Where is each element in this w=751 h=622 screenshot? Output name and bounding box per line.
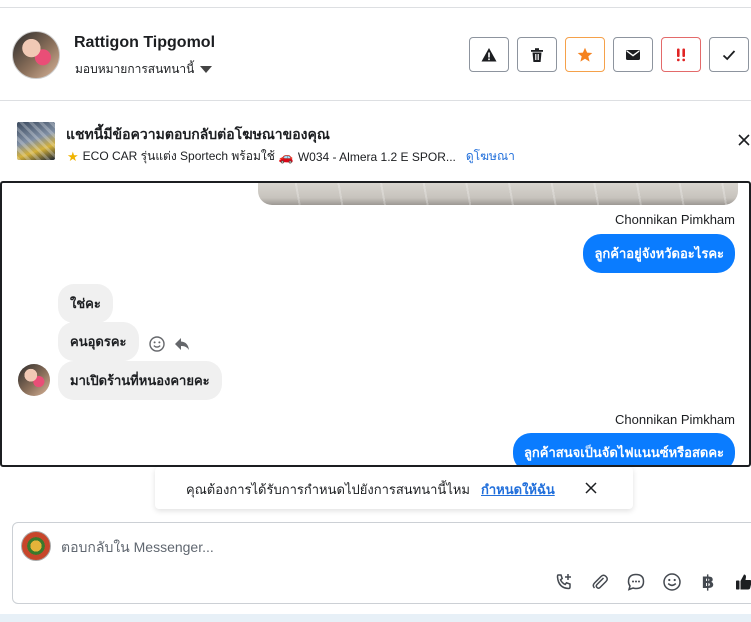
delete-button[interactable] [517, 37, 557, 72]
phone-plus-icon [556, 574, 571, 590]
mark-urgent-button[interactable] [661, 37, 701, 72]
ad-subtitle-text: ECO CAR รุ่นแต่ง Sportech พร้อมใช้ [82, 149, 275, 163]
outgoing-message[interactable]: ลูกค้าอยู่จังหวัดอะไรคะ [583, 234, 735, 273]
reply-composer: ฿ [12, 522, 751, 604]
bottom-strip [0, 614, 751, 622]
reply-input[interactable] [61, 537, 701, 557]
ad-reply-banner: แชทนี้มีข้อความตอบกลับต่อโฆษณาของคุณ ★ E… [0, 102, 751, 182]
assign-suggestion-toast: คุณต้องการได้รับการกำหนดไปยังการสนทนานี้… [155, 467, 633, 509]
check-icon [722, 49, 736, 60]
contact-avatar-small[interactable] [18, 364, 50, 396]
chat-bubble-icon [627, 573, 645, 591]
payment-button[interactable]: ฿ [697, 571, 719, 593]
ad-thumbnail[interactable] [17, 122, 55, 160]
paperclip-icon [592, 574, 608, 589]
reply-arrow-icon[interactable] [173, 335, 191, 353]
close-icon[interactable] [584, 481, 598, 495]
assign-conversation-dropdown[interactable]: มอบหมายการสนทนานี้ [75, 60, 213, 79]
assign-to-me-link[interactable]: กำหนดให้ฉัน [481, 479, 555, 500]
trash-icon [531, 47, 543, 62]
message-thread[interactable]: Chonnikan Pimkham ลูกค้าอยู่จังหวัดอะไรค… [0, 181, 751, 467]
assign-label: มอบหมายการสนทนานี้ [75, 62, 195, 76]
incoming-message[interactable]: คนอุดรคะ [58, 322, 139, 361]
close-icon[interactable] [736, 132, 751, 148]
view-ad-link[interactable]: ดูโฆษณา [466, 147, 515, 166]
star-icon [577, 47, 593, 62]
ad-banner-title: แชทนี้มีข้อความตอบกลับต่อโฆษณาของคุณ [66, 126, 330, 142]
report-spam-button[interactable] [469, 37, 509, 72]
incoming-message[interactable]: ใช่คะ [58, 284, 113, 323]
envelope-icon [626, 49, 640, 60]
outgoing-message[interactable]: ลูกค้าสนจเป็นจัดไฟแนนซ์หรือสดคะ [512, 433, 735, 465]
ad-subtitle-cont: W034 - Almera 1.2 E SPOR... [297, 149, 456, 164]
assign-suggestion-text: คุณต้องการได้รับการกำหนดไปยังการสนทนานี้… [186, 482, 470, 497]
emoji-button[interactable] [661, 571, 683, 593]
ad-banner-subtitle: ★ ECO CAR รุ่นแต่ง Sportech พร้อมใช้ 🚗 W… [67, 147, 515, 166]
double-exclamation-icon [677, 48, 685, 61]
conversation-header: Rattigon Tipgomol มอบหมายการสนทนานี้ [0, 8, 751, 101]
thumbs-up-icon [736, 574, 751, 590]
sender-name: Chonnikan Pimkham [615, 212, 735, 227]
caret-down-icon [200, 66, 213, 73]
thumbs-up-button[interactable] [733, 571, 751, 593]
contact-name[interactable]: Rattigon Tipgomol [74, 34, 215, 52]
saved-replies-button[interactable] [625, 571, 647, 593]
composer-tools: ฿ [553, 571, 751, 593]
star-button[interactable] [565, 37, 605, 72]
star-emoji-icon: ★ [67, 148, 79, 164]
attach-file-button[interactable] [589, 571, 611, 593]
incoming-message[interactable]: มาเปิดร้านที่หนองคายคะ [58, 361, 222, 400]
sender-name: Chonnikan Pimkham [615, 412, 735, 427]
call-add-button[interactable] [553, 571, 575, 593]
baht-currency-icon: ฿ [701, 571, 715, 593]
smiley-icon [663, 573, 681, 591]
page-avatar [21, 531, 51, 561]
contact-avatar[interactable] [12, 31, 60, 79]
car-emoji-icon: 🚗 [278, 149, 294, 164]
mark-done-button[interactable] [709, 37, 749, 72]
react-smiley-icon[interactable] [148, 335, 166, 353]
mark-unread-button[interactable] [613, 37, 653, 72]
warning-triangle-icon [481, 47, 497, 61]
shared-image-preview[interactable] [258, 183, 738, 205]
header-actions [469, 37, 749, 72]
